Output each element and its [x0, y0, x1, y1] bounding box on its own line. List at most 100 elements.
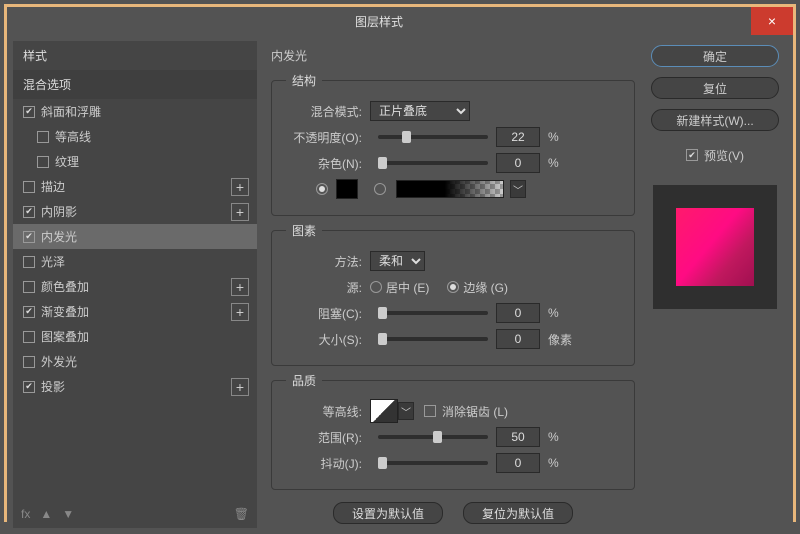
jitter-unit: % [548, 456, 559, 470]
style-checkbox[interactable] [23, 381, 35, 393]
style-checkbox[interactable] [23, 306, 35, 318]
preview-box [653, 185, 777, 309]
style-label: 光泽 [41, 253, 249, 270]
style-checkbox[interactable] [23, 181, 35, 193]
style-checkbox[interactable] [23, 231, 35, 243]
add-instance-icon[interactable]: + [231, 378, 249, 396]
choke-label: 阻塞(C): [286, 305, 362, 322]
sidebar-item-内发光[interactable]: 内发光 [13, 224, 257, 249]
set-default-button[interactable]: 设置为默认值 [333, 502, 443, 524]
sidebar-item-内阴影[interactable]: 内阴影+ [13, 199, 257, 224]
style-label: 内阴影 [41, 203, 231, 220]
style-checkbox[interactable] [23, 206, 35, 218]
style-checkbox[interactable] [37, 131, 49, 143]
blend-mode-select[interactable]: 正片叠底 [370, 101, 470, 121]
antialias-checkbox[interactable] [424, 405, 436, 417]
noise-label: 杂色(N): [286, 155, 362, 172]
size-label: 大小(S): [286, 331, 362, 348]
close-button[interactable]: × [751, 7, 793, 35]
technique-select[interactable]: 柔和 [370, 251, 425, 271]
antialias-label: 消除锯齿 (L) [442, 403, 508, 420]
sidebar-item-图案叠加[interactable]: 图案叠加 [13, 324, 257, 349]
style-label: 等高线 [55, 128, 249, 145]
style-label: 内发光 [41, 228, 249, 245]
add-instance-icon[interactable]: + [231, 178, 249, 196]
quality-group: 品质 等高线: ﹀ 消除锯齿 (L) 范围(R): % 抖动(J): [271, 372, 635, 490]
ok-button[interactable]: 确定 [651, 45, 779, 67]
opacity-label: 不透明度(O): [286, 129, 362, 146]
sidebar-item-斜面和浮雕[interactable]: 斜面和浮雕 [13, 99, 257, 124]
sidebar-item-外发光[interactable]: 外发光 [13, 349, 257, 374]
arrow-up-icon[interactable]: ▲ [40, 507, 52, 521]
style-checkbox[interactable] [23, 281, 35, 293]
sidebar-item-投影[interactable]: 投影+ [13, 374, 257, 399]
new-style-button[interactable]: 新建样式(W)... [651, 109, 779, 131]
gradient-chevron-icon[interactable]: ﹀ [510, 180, 526, 198]
jitter-slider[interactable] [378, 461, 488, 465]
reset-default-button[interactable]: 复位为默认值 [463, 502, 573, 524]
style-label: 颜色叠加 [41, 278, 231, 295]
style-checkbox[interactable] [23, 331, 35, 343]
opacity-slider[interactable] [378, 135, 488, 139]
sidebar-item-纹理[interactable]: 纹理 [13, 149, 257, 174]
gradient-radio[interactable] [374, 183, 386, 195]
sidebar-item-渐变叠加[interactable]: 渐变叠加+ [13, 299, 257, 324]
color-radio[interactable] [316, 183, 328, 195]
sidebar-blend-header[interactable]: 混合选项 [13, 70, 257, 99]
arrow-down-icon[interactable]: ▼ [62, 507, 74, 521]
size-input[interactable] [496, 329, 540, 349]
panel-title: 内发光 [271, 47, 635, 64]
source-label: 源: [286, 279, 362, 296]
fx-icon[interactable]: fx [21, 507, 30, 521]
structure-group: 结构 混合模式: 正片叠底 不透明度(O): % 杂色(N): % [271, 72, 635, 216]
add-instance-icon[interactable]: + [231, 303, 249, 321]
color-swatch[interactable] [336, 179, 358, 199]
opacity-input[interactable] [496, 127, 540, 147]
preview-label: 预览(V) [704, 147, 744, 164]
sidebar-item-描边[interactable]: 描边+ [13, 174, 257, 199]
technique-label: 方法: [286, 253, 362, 270]
add-instance-icon[interactable]: + [231, 278, 249, 296]
style-label: 斜面和浮雕 [41, 103, 249, 120]
source-center-label: 居中 (E) [386, 279, 429, 296]
dialog-body: 样式 混合选项 斜面和浮雕等高线纹理描边+内阴影+内发光光泽颜色叠加+渐变叠加+… [7, 35, 793, 534]
style-checkbox[interactable] [23, 356, 35, 368]
range-input[interactable] [496, 427, 540, 447]
structure-legend: 结构 [286, 72, 322, 89]
choke-unit: % [548, 306, 559, 320]
elements-legend: 图素 [286, 222, 322, 239]
size-slider[interactable] [378, 337, 488, 341]
contour-chevron-icon[interactable]: ﹀ [398, 402, 414, 420]
sidebar-styles-header[interactable]: 样式 [13, 41, 257, 70]
source-edge-radio[interactable] [447, 281, 459, 293]
cancel-button[interactable]: 复位 [651, 77, 779, 99]
styles-sidebar: 样式 混合选项 斜面和浮雕等高线纹理描边+内阴影+内发光光泽颜色叠加+渐变叠加+… [13, 41, 257, 528]
range-label: 范围(R): [286, 429, 362, 446]
style-checkbox[interactable] [23, 106, 35, 118]
sidebar-item-颜色叠加[interactable]: 颜色叠加+ [13, 274, 257, 299]
style-label: 投影 [41, 378, 231, 395]
noise-input[interactable] [496, 153, 540, 173]
sidebar-item-等高线[interactable]: 等高线 [13, 124, 257, 149]
range-slider[interactable] [378, 435, 488, 439]
noise-unit: % [548, 156, 559, 170]
sidebar-item-光泽[interactable]: 光泽 [13, 249, 257, 274]
style-checkbox[interactable] [37, 156, 49, 168]
source-center-radio[interactable] [370, 281, 382, 293]
jitter-input[interactable] [496, 453, 540, 473]
style-label: 图案叠加 [41, 328, 249, 345]
quality-legend: 品质 [286, 372, 322, 389]
choke-slider[interactable] [378, 311, 488, 315]
style-checkbox[interactable] [23, 256, 35, 268]
trash-icon[interactable]: 🗑 [234, 507, 249, 521]
sidebar-footer: fx ▲ ▼ 🗑 [13, 500, 257, 528]
preview-swatch [676, 208, 754, 286]
contour-label: 等高线: [286, 403, 362, 420]
gradient-swatch[interactable] [396, 180, 504, 198]
choke-input[interactable] [496, 303, 540, 323]
blend-mode-label: 混合模式: [286, 103, 362, 120]
noise-slider[interactable] [378, 161, 488, 165]
contour-swatch[interactable] [370, 399, 398, 423]
preview-checkbox[interactable] [686, 149, 698, 161]
add-instance-icon[interactable]: + [231, 203, 249, 221]
